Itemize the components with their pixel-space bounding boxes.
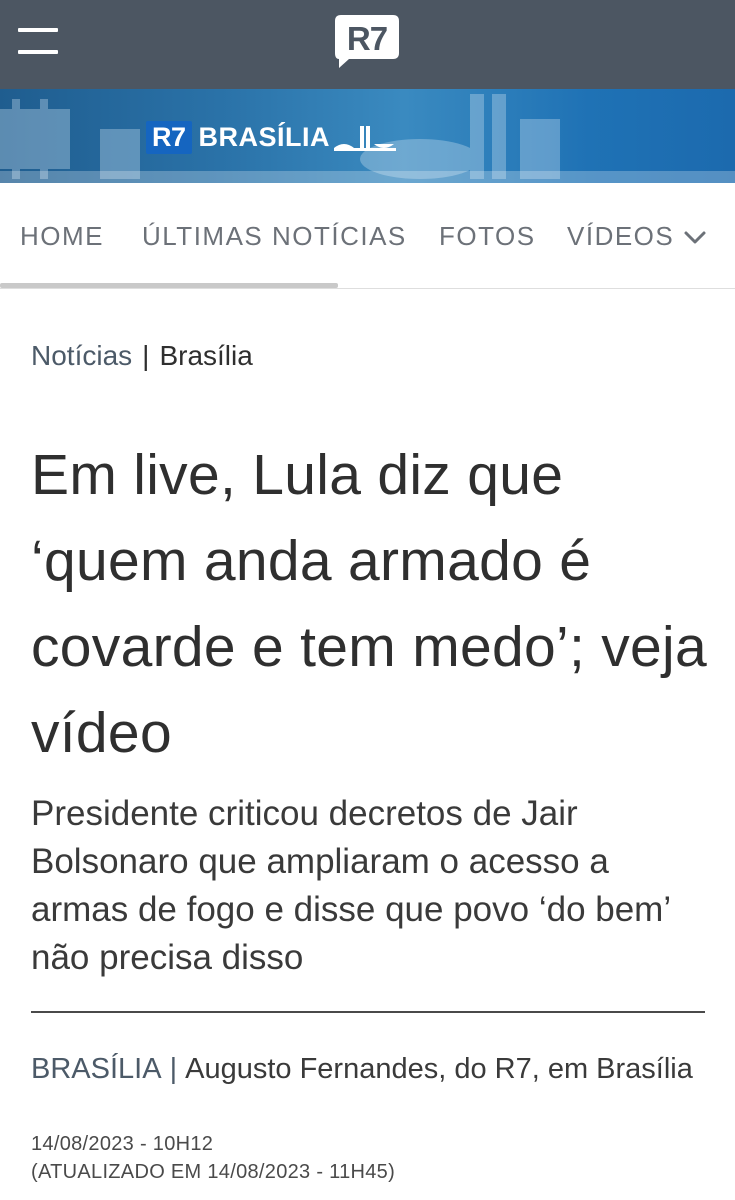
byline-author: Augusto Fernandes, do R7, em Brasília — [185, 1053, 693, 1085]
section-nav: HOME ÚLTIMAS NOTÍCIAS FOTOS VÍDEOS — [0, 183, 735, 289]
article-headline: Em live, Lula diz que ‘quem anda armado … — [31, 443, 707, 765]
congress-icon — [334, 126, 397, 151]
banner-title: R7 BRASÍLIA — [146, 119, 397, 155]
breadcrumb-separator: | — [142, 340, 150, 371]
byline-section-link[interactable]: BRASÍLIA — [31, 1053, 162, 1085]
article-subtitle: Presidente criticou decretos de Jair Bol… — [31, 794, 670, 977]
section-banner[interactable]: R7 BRASÍLIA — [0, 89, 735, 183]
breadcrumb: Notícias | Brasília — [31, 340, 253, 372]
divider — [31, 1011, 705, 1013]
menu-icon-line-bottom — [18, 50, 58, 54]
nav-item-home[interactable]: HOME — [20, 221, 104, 252]
r7-logo[interactable]: R7 — [333, 13, 401, 69]
byline-separator: | — [169, 1053, 178, 1085]
menu-icon-line-top — [18, 28, 58, 32]
nav-scroll-indicator[interactable] — [0, 283, 338, 288]
nav-item-latest-news[interactable]: ÚLTIMAS NOTÍCIAS — [142, 221, 407, 252]
publish-date: 14/08/2023 - 10H12 — [31, 1133, 214, 1155]
nav-item-photos[interactable]: FOTOS — [439, 221, 536, 252]
article-byline: BRASÍLIA | Augusto Fernandes, do R7, em Br… — [31, 1048, 711, 1090]
chevron-down-icon[interactable] — [683, 227, 707, 247]
logo-text: R7 — [347, 20, 387, 57]
menu-icon[interactable] — [18, 26, 58, 56]
nav-item-videos[interactable]: VÍDEOS — [567, 221, 674, 252]
breadcrumb-current[interactable]: Brasília — [159, 340, 252, 371]
breadcrumb-news-link[interactable]: Notícias — [31, 340, 132, 371]
updated-date: (ATUALIZADO EM 14/08/2023 - 11H45) — [31, 1161, 396, 1183]
banner-badge: R7 — [146, 120, 192, 154]
banner-section-name: BRASÍLIA — [198, 121, 331, 152]
top-bar: R7 — [0, 0, 735, 89]
